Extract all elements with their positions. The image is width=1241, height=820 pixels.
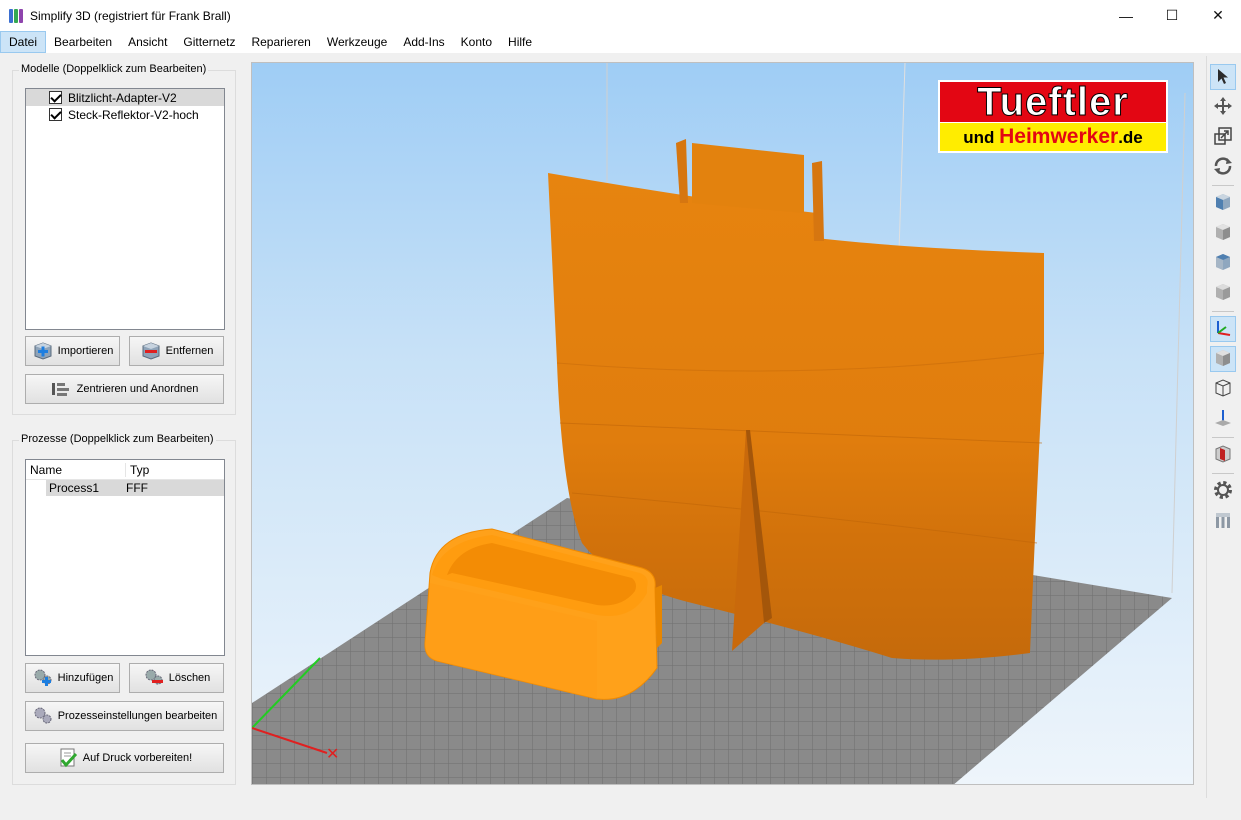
arrange-icon — [51, 379, 73, 399]
view-top-icon — [1213, 222, 1233, 245]
view-left-button[interactable] — [1210, 250, 1236, 276]
view-front-icon — [1213, 192, 1233, 215]
column-name[interactable]: Name — [26, 462, 126, 477]
process-type: FFF — [126, 481, 148, 495]
checklist-icon — [57, 748, 79, 768]
axes-icon — [1213, 318, 1233, 341]
view-right-icon — [1213, 282, 1233, 305]
supports-icon — [1213, 510, 1233, 533]
settings-gear-icon — [1212, 479, 1234, 504]
rotate-tool[interactable] — [1210, 154, 1236, 180]
model-clip-left — [676, 139, 688, 203]
models-group-title: Modelle (Doppelklick zum Bearbeiten) — [19, 63, 209, 75]
processes-group: Prozesse (Doppelklick zum Bearbeiten) Na… — [12, 433, 236, 785]
remove-label: Entfernen — [165, 345, 214, 357]
x-axis-marker-icon: ✕ — [326, 744, 339, 763]
rotate-icon — [1212, 155, 1234, 180]
build-plate-toggle[interactable] — [1210, 406, 1236, 432]
move-tool[interactable] — [1210, 94, 1236, 120]
view-front-button[interactable] — [1210, 190, 1236, 216]
delete-process-button[interactable]: Löschen — [129, 663, 224, 693]
settings-tool[interactable] — [1210, 478, 1236, 504]
model-item-label: Steck-Reflektor-V2-hoch — [68, 107, 199, 122]
model-top-tab — [692, 143, 804, 213]
scale-tool[interactable] — [1210, 124, 1236, 150]
wireframe-view-toggle[interactable] — [1210, 376, 1236, 402]
logo-top-text: Tueftler — [940, 82, 1166, 123]
solid-view-toggle[interactable] — [1210, 346, 1236, 372]
minimize-button[interactable]: — — [1103, 0, 1149, 31]
processes-column-header: Name Typ — [26, 460, 224, 480]
cross-section-icon — [1213, 444, 1233, 467]
prepare-print-button[interactable]: Auf Druck vorbereiten! — [25, 743, 224, 773]
supports-tool[interactable] — [1210, 508, 1236, 534]
gears-settings-icon — [32, 706, 54, 726]
3d-scene[interactable]: ✕ — [252, 63, 1194, 785]
select-arrow-icon — [1214, 67, 1232, 88]
move-icon — [1213, 96, 1233, 119]
process-row[interactable]: Process1 FFF — [46, 480, 224, 496]
process-name: Process1 — [49, 481, 100, 495]
model-checkbox[interactable] — [49, 108, 62, 121]
window-title: Simplify 3D (registriert für Frank Brall… — [30, 8, 231, 23]
menu-add-ins[interactable]: Add-Ins — [395, 31, 452, 53]
build-plate-icon — [1213, 408, 1233, 431]
edit-process-settings-label: Prozesseinstellungen bearbeiten — [57, 710, 218, 722]
add-process-label: Hinzufügen — [57, 672, 114, 684]
prepare-print-label: Auf Druck vorbereiten! — [82, 752, 193, 764]
wireframe-view-icon — [1213, 378, 1233, 401]
menu-ansicht[interactable]: Ansicht — [120, 31, 175, 53]
model-checkbox[interactable] — [49, 91, 62, 104]
menu-bar: Datei Bearbeiten Ansicht Gitternetz Repa… — [0, 31, 1241, 53]
menu-werkzeuge[interactable]: Werkzeuge — [319, 31, 395, 53]
menu-reparieren[interactable]: Reparieren — [243, 31, 318, 53]
model-item-steck-reflektor[interactable]: Steck-Reflektor-V2-hoch — [26, 106, 224, 123]
import-label: Importieren — [57, 345, 114, 357]
import-button[interactable]: Importieren — [25, 336, 120, 366]
menu-hilfe[interactable]: Hilfe — [500, 31, 540, 53]
view-top-button[interactable] — [1210, 220, 1236, 246]
app-logo-icon — [9, 8, 23, 23]
view-left-icon — [1213, 252, 1233, 275]
menu-datei[interactable]: Datei — [0, 31, 47, 53]
tueftler-logo: Tueftler und Heimwerker.de — [938, 80, 1168, 153]
select-tool[interactable] — [1210, 64, 1236, 90]
delete-process-label: Löschen — [168, 672, 211, 684]
build-volume-edge — [1171, 92, 1186, 594]
model-item-label: Blitzlicht-Adapter-V2 — [68, 90, 177, 105]
add-process-button[interactable]: Hinzufügen — [25, 663, 120, 693]
close-button[interactable]: ✕ — [1195, 0, 1241, 31]
cross-section-tool[interactable] — [1210, 442, 1236, 468]
center-arrange-label: Zentrieren und Anordnen — [76, 383, 199, 395]
models-list[interactable]: Blitzlicht-Adapter-V2 Steck-Reflektor-V2… — [25, 88, 225, 330]
import-cube-icon — [32, 341, 54, 361]
logo-bottom-text: und Heimwerker.de — [940, 123, 1166, 151]
view-right-button[interactable] — [1210, 280, 1236, 306]
title-bar: Simplify 3D (registriert für Frank Brall… — [0, 0, 1241, 31]
model-clip-right — [812, 161, 824, 241]
menu-konto[interactable]: Konto — [453, 31, 500, 53]
menu-gitternetz[interactable]: Gitternetz — [175, 31, 243, 53]
gears-remove-icon — [143, 668, 165, 688]
maximize-button[interactable]: ☐ — [1149, 0, 1195, 31]
remove-button[interactable]: Entfernen — [129, 336, 224, 366]
axes-toggle[interactable] — [1210, 316, 1236, 342]
center-arrange-button[interactable]: Zentrieren und Anordnen — [25, 374, 224, 404]
models-group: Modelle (Doppelklick zum Bearbeiten) Bli… — [12, 63, 236, 415]
processes-group-title: Prozesse (Doppelklick zum Bearbeiten) — [19, 433, 216, 445]
view-toolbar — [1206, 56, 1238, 798]
remove-cube-icon — [140, 341, 162, 361]
edit-process-settings-button[interactable]: Prozesseinstellungen bearbeiten — [25, 701, 224, 731]
model-item-blitzlicht[interactable]: Blitzlicht-Adapter-V2 — [26, 89, 224, 106]
menu-bearbeiten[interactable]: Bearbeiten — [46, 31, 120, 53]
scale-icon — [1213, 126, 1233, 149]
column-type[interactable]: Typ — [126, 463, 149, 477]
processes-list[interactable]: Name Typ Process1 FFF — [25, 459, 225, 656]
3d-viewport[interactable]: ✕ Tueftler und Heimwerker.de — [251, 62, 1194, 785]
solid-view-icon — [1213, 348, 1233, 371]
gears-add-icon — [32, 668, 54, 688]
